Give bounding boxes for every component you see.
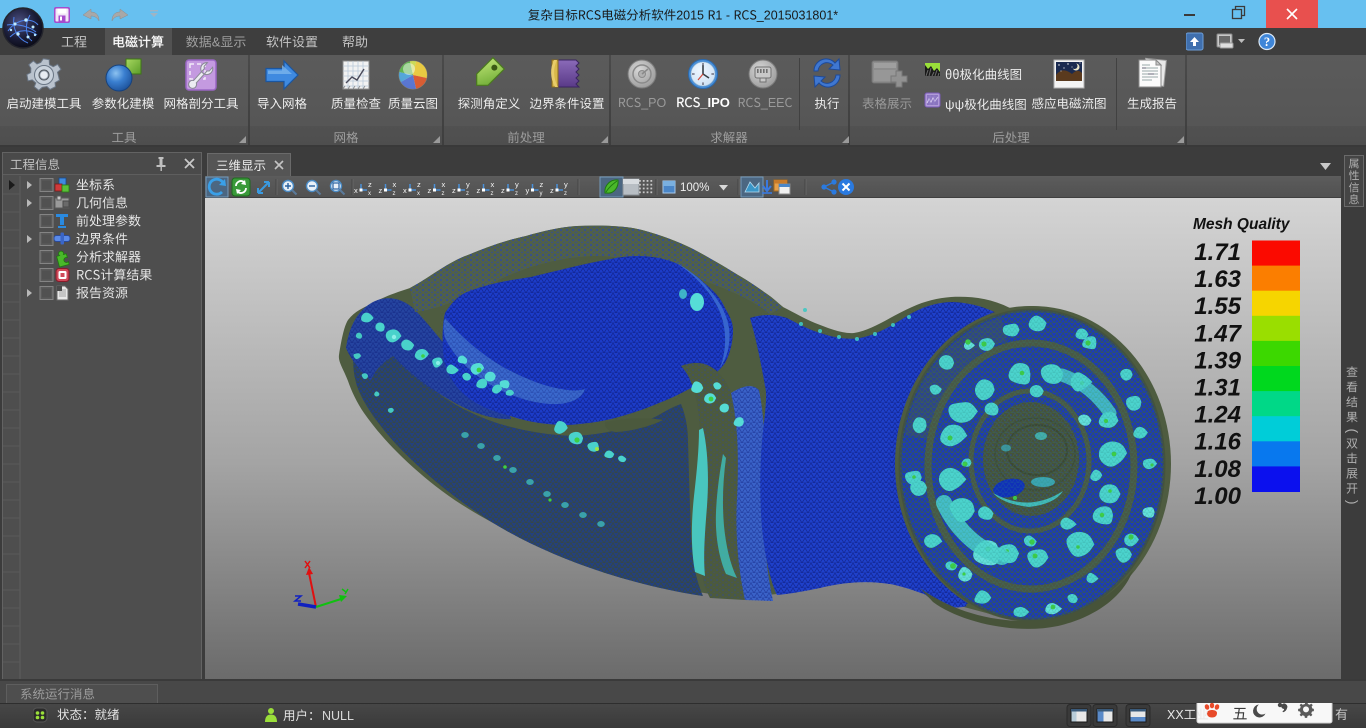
svg-text:y: y — [515, 180, 519, 189]
svg-text:y: y — [540, 191, 543, 197]
svg-text:1.24: 1.24 — [1194, 402, 1241, 429]
svg-text:z: z — [393, 191, 396, 197]
svg-text:z: z — [564, 191, 567, 197]
svg-text:x: x — [491, 180, 495, 189]
svg-text:z: z — [417, 180, 421, 189]
svg-text:1.31: 1.31 — [1194, 375, 1241, 402]
svg-text:x: x — [403, 186, 407, 195]
svg-text:x: x — [354, 186, 358, 195]
svg-text:z: z — [452, 186, 456, 195]
svg-text:100%: 100% — [680, 182, 709, 194]
svg-text:z: z — [477, 186, 481, 195]
svg-text:1.16: 1.16 — [1194, 429, 1241, 456]
svg-text:1.63: 1.63 — [1194, 266, 1241, 293]
svg-text:1.47: 1.47 — [1194, 320, 1242, 347]
svg-text:1.00: 1.00 — [1194, 483, 1241, 510]
svg-text:?: ? — [1264, 35, 1270, 49]
svg-text:z: z — [379, 186, 383, 195]
svg-text:y: y — [466, 180, 470, 189]
svg-text:1.39: 1.39 — [1194, 347, 1241, 374]
svg-text:z: z — [466, 191, 469, 197]
svg-text:y: y — [564, 180, 568, 189]
svg-text:z: z — [368, 180, 372, 189]
svg-text:1.71: 1.71 — [1194, 239, 1241, 266]
svg-text:z: z — [491, 191, 494, 197]
svg-text:z: z — [550, 186, 554, 195]
svg-text:z: z — [540, 180, 544, 189]
svg-text:1.08: 1.08 — [1194, 456, 1241, 483]
svg-text:1.55: 1.55 — [1194, 293, 1241, 320]
svg-text:z: z — [442, 191, 445, 197]
svg-text:z: z — [428, 186, 432, 195]
svg-text:x: x — [368, 191, 371, 197]
svg-text:z: z — [515, 191, 518, 197]
svg-text:Mesh Quality: Mesh Quality — [1193, 216, 1291, 233]
svg-text:x: x — [417, 191, 420, 197]
svg-text:y: y — [526, 186, 530, 195]
svg-text:z: z — [501, 186, 505, 195]
svg-text:x: x — [442, 180, 446, 189]
svg-text:x: x — [393, 180, 397, 189]
